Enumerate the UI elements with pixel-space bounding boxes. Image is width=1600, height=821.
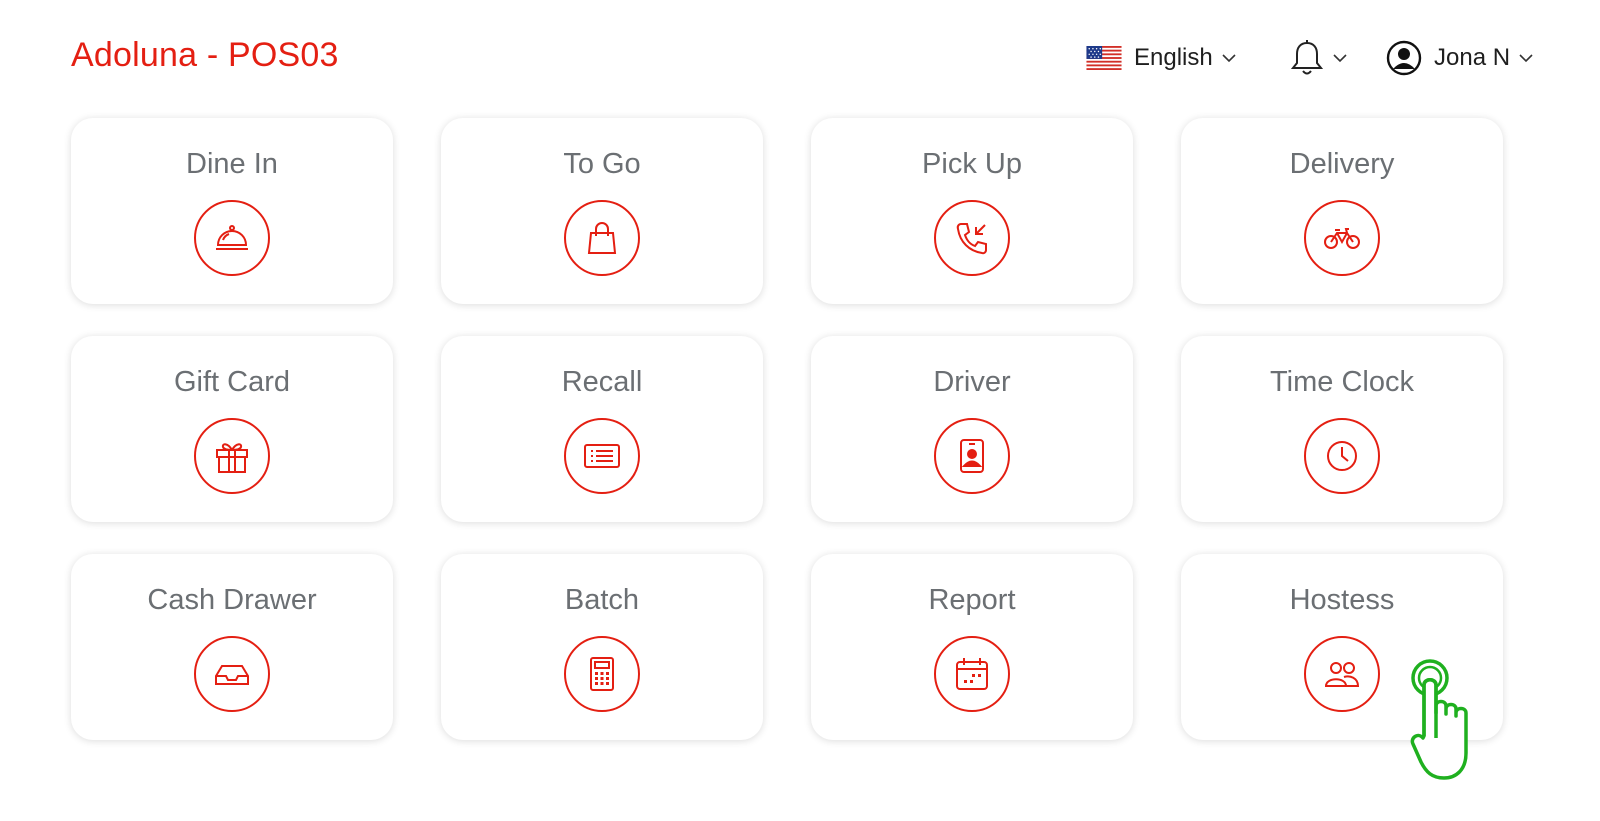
- shopping-bag-icon: [564, 200, 640, 276]
- tile-label: Report: [928, 584, 1016, 616]
- language-selector[interactable]: English: [1086, 38, 1237, 78]
- bicycle-icon: [1304, 200, 1380, 276]
- drawer-tray-icon: [194, 636, 270, 712]
- avatar-icon: [1386, 40, 1422, 76]
- tile-report[interactable]: Report: [811, 554, 1133, 740]
- notifications-button[interactable]: [1290, 38, 1348, 78]
- calculator-icon: [564, 636, 640, 712]
- top-bar: Adoluna - POS03 English Jona N: [0, 0, 1600, 110]
- tile-time-clock[interactable]: Time Clock: [1181, 336, 1503, 522]
- tile-hostess[interactable]: Hostess: [1181, 554, 1503, 740]
- tile-label: Recall: [561, 366, 643, 398]
- tile-label: To Go: [563, 148, 641, 180]
- tile-label: Batch: [564, 584, 640, 616]
- app-title: Adoluna - POS03: [71, 36, 339, 74]
- tile-dine-in[interactable]: Dine In: [71, 118, 393, 304]
- gift-icon: [194, 418, 270, 494]
- tile-to-go[interactable]: To Go: [441, 118, 763, 304]
- chevron-down-icon: [1333, 54, 1347, 63]
- chevron-down-icon: [1519, 54, 1533, 63]
- receipt-list-icon: [564, 418, 640, 494]
- bell-icon: [1290, 40, 1324, 75]
- tile-label: Pick Up: [922, 148, 1022, 180]
- user-name: Jona N: [1434, 44, 1511, 71]
- tile-cash-drawer[interactable]: Cash Drawer: [71, 554, 393, 740]
- tile-recall[interactable]: Recall: [441, 336, 763, 522]
- tile-label: Cash Drawer: [147, 584, 317, 616]
- user-menu[interactable]: Jona N: [1386, 38, 1534, 78]
- us-flag-icon: [1086, 46, 1122, 70]
- tile-label: Hostess: [1289, 584, 1395, 616]
- incoming-call-icon: [934, 200, 1010, 276]
- function-grid: Dine In To Go Pick Up Delivery Gift Card…: [71, 118, 1503, 740]
- tile-pick-up[interactable]: Pick Up: [811, 118, 1133, 304]
- cloche-icon: [194, 200, 270, 276]
- tile-driver[interactable]: Driver: [811, 336, 1133, 522]
- language-label: English: [1134, 44, 1213, 71]
- tile-label: Gift Card: [173, 366, 291, 398]
- id-badge-icon: [934, 418, 1010, 494]
- tile-label: Time Clock: [1270, 366, 1414, 398]
- chevron-down-icon: [1222, 54, 1236, 63]
- tile-label: Delivery: [1289, 148, 1395, 180]
- tile-label: Dine In: [186, 148, 278, 180]
- calendar-icon: [934, 636, 1010, 712]
- tile-gift-card[interactable]: Gift Card: [71, 336, 393, 522]
- tile-delivery[interactable]: Delivery: [1181, 118, 1503, 304]
- tile-label: Driver: [933, 366, 1011, 398]
- clock-icon: [1304, 418, 1380, 494]
- users-icon: [1304, 636, 1380, 712]
- tile-batch[interactable]: Batch: [441, 554, 763, 740]
